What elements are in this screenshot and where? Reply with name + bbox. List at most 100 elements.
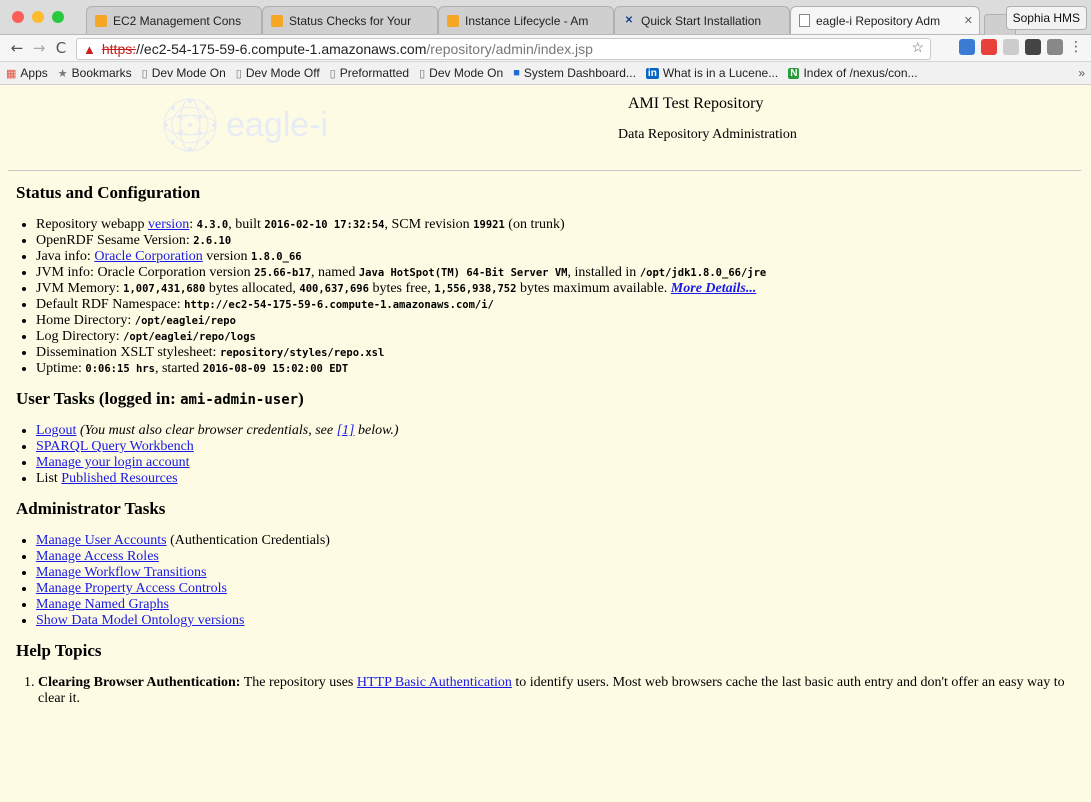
manage-workflow-link[interactable]: Manage Workflow Transitions	[36, 565, 207, 580]
close-tab-icon[interactable]: ✕	[964, 14, 973, 27]
sparql-workbench-link[interactable]: SPARQL Query Workbench	[36, 439, 194, 454]
logout-item: Logout (You must also clear browser cred…	[36, 423, 1081, 439]
bookmark-dev-mode-on[interactable]: ▯ Dev Mode On	[142, 66, 226, 80]
text: Log Directory:	[36, 329, 124, 344]
status-heading: Status and Configuration	[16, 183, 201, 202]
nexus-icon: N	[788, 67, 800, 79]
repository-header: eagle-i AMI Test Repository Data Reposit…	[8, 85, 1081, 171]
user-tasks-heading: User Tasks (logged in: ami-admin-user)	[16, 389, 1081, 409]
forward-arrow-icon[interactable]: →	[28, 39, 50, 57]
text: below.)	[354, 423, 399, 438]
apps-grid-icon: ▦	[6, 67, 17, 80]
manage-login-item: Manage your login account	[36, 455, 1081, 471]
memory-free: 400,637,696	[299, 283, 369, 295]
bookmark-apps[interactable]: ▦ Apps	[6, 66, 48, 80]
scm-revision: 19921	[473, 219, 505, 231]
tab-status-checks[interactable]: Status Checks for Your	[262, 6, 438, 34]
tab-ec2-management[interactable]: EC2 Management Cons	[86, 6, 262, 34]
extension-icon[interactable]	[1003, 39, 1019, 55]
bookmark-lucene[interactable]: in What is in a Lucene...	[645, 66, 778, 80]
admin-tasks-heading: Administrator Tasks	[16, 499, 166, 518]
text: (Authentication Credentials)	[166, 533, 330, 548]
text: Default RDF Namespace:	[36, 297, 185, 312]
bookmark-nexus[interactable]: N Index of /nexus/con...	[788, 66, 918, 80]
logo-text: eagle-i	[226, 105, 329, 144]
bookmark-star-icon[interactable]: ☆	[911, 39, 924, 56]
text: Dissemination XSLT stylesheet:	[36, 345, 220, 360]
aws-cube-icon	[95, 14, 107, 27]
warning-triangle-icon[interactable]: ▲	[83, 42, 96, 57]
menu-dots-icon[interactable]: ⋮	[1069, 39, 1083, 55]
manage-login-link[interactable]: Manage your login account	[36, 455, 190, 470]
bookmark-label: Apps	[20, 66, 48, 80]
bookmark-label: Bookmarks	[71, 66, 132, 80]
minimize-window-button[interactable]	[32, 11, 44, 23]
bookmark-bookmarks[interactable]: ★ Bookmarks	[58, 66, 132, 80]
jvm-version: 25.66-b17	[254, 267, 312, 279]
address-bar[interactable]: ▲ https: //ec2-54-175-59-6.compute-1.ama…	[76, 38, 931, 60]
profile-button[interactable]: Sophia HMS	[1005, 6, 1087, 30]
document-icon	[799, 14, 810, 27]
text: , SCM revision	[384, 217, 474, 232]
more-bookmarks-icon[interactable]: »	[1078, 66, 1085, 80]
published-resources-link[interactable]: Published Resources	[61, 471, 177, 486]
manage-access-roles-link[interactable]: Manage Access Roles	[36, 549, 159, 564]
bookmark-label: Dev Mode On	[429, 66, 504, 80]
text: JVM info: Oracle Corporation version	[36, 265, 255, 280]
star-icon: ★	[57, 67, 68, 80]
help-list: Clearing Browser Authentication: The rep…	[16, 675, 1081, 707]
list-published-item: List Published Resources	[36, 471, 1081, 487]
status-home: Home Directory: /opt/eaglei/repo	[36, 313, 1081, 329]
more-details-link[interactable]: More Details...	[671, 281, 757, 296]
extension-icon[interactable]	[981, 39, 997, 55]
window-controls	[12, 11, 64, 23]
extension-icon[interactable]	[1047, 39, 1063, 55]
close-window-button[interactable]	[12, 11, 24, 23]
page-icon: ▯	[329, 67, 336, 80]
version-link[interactable]: version	[148, 217, 189, 232]
tab-quick-start[interactable]: ✕ Quick Start Installation	[614, 6, 790, 34]
tab-title: Instance Lifecycle - Am	[465, 13, 589, 28]
bookmarks-bar: ▦ Apps ★ Bookmarks ▯ Dev Mode On ▯ Dev Mode …	[0, 62, 1091, 85]
text: , built	[228, 217, 265, 232]
extension-icon[interactable]	[1025, 39, 1041, 55]
text: bytes maximum available.	[516, 281, 671, 296]
bookmark-dev-mode-off[interactable]: ▯ Dev Mode Off	[236, 66, 320, 80]
sparql-item: SPARQL Query Workbench	[36, 439, 1081, 455]
tab-instance-lifecycle[interactable]: Instance Lifecycle - Am	[438, 6, 614, 34]
maximize-window-button[interactable]	[52, 11, 64, 23]
bookmark-dev-mode-on-2[interactable]: ▯ Dev Mode On	[419, 66, 503, 80]
reload-icon[interactable]: C	[50, 39, 72, 57]
named-graphs-item: Manage Named Graphs	[36, 597, 1081, 613]
text: User Tasks (logged in:	[16, 389, 181, 408]
bookmark-system-dashboard[interactable]: ■ System Dashboard...	[513, 66, 636, 80]
footnote-1-link[interactable]: [1]	[337, 423, 355, 438]
text: Repository webapp	[36, 217, 148, 232]
text: List	[36, 471, 62, 486]
extension-icon[interactable]	[959, 39, 975, 55]
status-jvm: JVM info: Oracle Corporation version 25.…	[36, 265, 1081, 281]
manage-user-accounts-link[interactable]: Manage User Accounts	[36, 533, 167, 548]
http-basic-auth-link[interactable]: HTTP Basic Authentication	[357, 675, 512, 690]
user-tasks-list: Logout (You must also clear browser cred…	[16, 423, 1081, 487]
oracle-link[interactable]: Oracle Corporation	[94, 249, 202, 264]
logout-link[interactable]: Logout	[36, 423, 76, 438]
text: :	[189, 217, 197, 232]
ontology-versions-link[interactable]: Show Data Model Ontology versions	[36, 613, 244, 628]
status-log: Log Directory: /opt/eaglei/repo/logs	[36, 329, 1081, 345]
text: (You must also clear browser credentials…	[76, 423, 337, 438]
repository-subtitle: Data Repository Administration	[618, 127, 797, 142]
manage-named-graphs-link[interactable]: Manage Named Graphs	[36, 597, 169, 612]
back-arrow-icon[interactable]: ←	[6, 39, 28, 57]
status-uptime: Uptime: 0:06:15 hrs, started 2016-08-09 …	[36, 361, 1081, 377]
bookmark-preformatted[interactable]: ▯ Preformatted	[330, 66, 409, 80]
status-sesame: OpenRDF Sesame Version: 2.6.10	[36, 233, 1081, 249]
sesame-version: 2.6.10	[193, 235, 232, 247]
aws-cube-icon	[271, 14, 283, 27]
java-version: 1.8.0_66	[251, 251, 302, 263]
text: OpenRDF Sesame Version:	[36, 233, 194, 248]
bookmark-label: Dev Mode Off	[245, 66, 320, 80]
tab-eagle-i-repository[interactable]: eagle-i Repository Adm ✕	[790, 6, 980, 34]
text: bytes allocated,	[205, 281, 300, 296]
manage-property-access-link[interactable]: Manage Property Access Controls	[36, 581, 227, 596]
